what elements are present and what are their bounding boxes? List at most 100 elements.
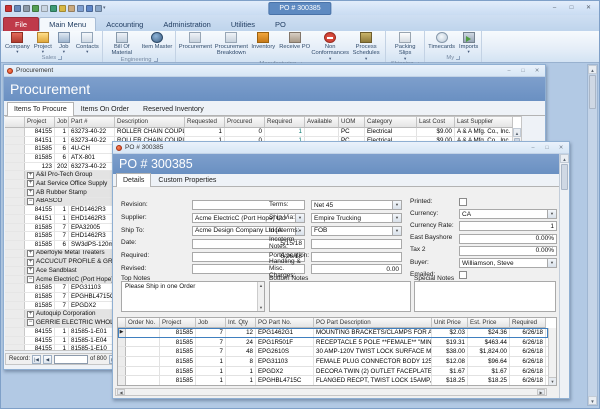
ribbon-button-project[interactable]: Project▾ — [32, 31, 54, 54]
tab-items-on-order[interactable]: Items On Order — [74, 102, 136, 116]
collapse-icon[interactable]: − — [27, 319, 34, 326]
expand-icon[interactable]: + — [27, 180, 34, 187]
ribbon-button-procurement[interactable]: Procurement — [177, 31, 213, 50]
scroll-up-icon[interactable]: ▲ — [588, 65, 597, 74]
bottom-notes-textarea[interactable] — [269, 281, 411, 312]
shield-icon[interactable] — [86, 5, 93, 12]
column-header-uom[interactable]: UOM — [339, 117, 365, 128]
collapse-icon[interactable]: − — [27, 276, 34, 283]
po-horizontal-scrollbar[interactable]: ◀ ▶ — [115, 388, 547, 396]
east-bayshore-input[interactable]: 0.00% — [459, 234, 557, 244]
column-header-available[interactable]: Available — [305, 117, 339, 128]
ribbon-button-non-conformances[interactable]: Non Conformances▾ — [312, 31, 348, 61]
ribbon-tab-utilities[interactable]: Utilities — [221, 17, 265, 31]
combo-arrow-icon[interactable]: ▼ — [547, 210, 556, 218]
app-logo-icon[interactable] — [5, 5, 12, 12]
collapse-icon[interactable]: − — [27, 198, 34, 205]
tab-reserved-inventory[interactable]: Reserved Inventory — [136, 102, 211, 116]
combo-arrow-icon[interactable]: ▼ — [392, 201, 401, 209]
scroll-right-icon[interactable]: ▶ — [537, 389, 545, 395]
scroll-up-icon[interactable]: ▲ — [560, 154, 569, 163]
terms-combo[interactable]: Net 45▼ — [311, 200, 402, 210]
ribbon-tab-po[interactable]: PO — [265, 17, 296, 31]
buyer-combo[interactable]: Williamson, Steve▼ — [459, 258, 557, 268]
expand-icon[interactable]: + — [27, 267, 34, 274]
column-header-last-cost[interactable]: Last Cost — [417, 117, 455, 128]
column-header-job[interactable]: Job — [196, 318, 226, 328]
ribbon-button-packing-slips[interactable]: Packing Slips▾ — [387, 31, 423, 61]
column-header-po-part-no[interactable]: PO Part No. — [256, 318, 314, 328]
ribbon-button-procurement-breakdown[interactable]: Procurement Breakdown — [213, 31, 249, 57]
scroll-down-icon[interactable]: ▼ — [588, 396, 597, 405]
key-icon[interactable] — [59, 5, 66, 12]
scroll-down-icon[interactable]: ▼ — [258, 304, 264, 311]
search-icon[interactable] — [23, 5, 30, 12]
column-header-requested[interactable]: Requested — [185, 117, 225, 128]
scroll-up-icon[interactable]: ▲ — [258, 282, 264, 289]
mail-icon[interactable] — [41, 5, 48, 12]
tab-details[interactable]: Details — [116, 173, 151, 187]
mdi-vertical-scrollbar[interactable]: ▲ ▼ — [587, 64, 598, 406]
ribbon-tab-file[interactable]: File — [3, 17, 39, 31]
handling-charges-input[interactable]: 0.00 — [311, 264, 402, 274]
grid-row[interactable]: 8158511EPGHBL4715CFLANGED RECPT, TWIST L… — [118, 376, 548, 385]
expand-icon[interactable]: + — [27, 259, 34, 266]
expand-icon[interactable]: + — [27, 311, 34, 318]
column-header-int-qty[interactable]: Int. Qty — [226, 318, 256, 328]
ribbon-tab-accounting[interactable]: Accounting — [96, 17, 153, 31]
minimize-button[interactable]: – — [548, 4, 561, 13]
grid-row[interactable]: 81585724EPG1R501FRECEPTACLE 5 POLE **FEM… — [118, 338, 548, 348]
dialog-launcher-icon[interactable] — [456, 56, 460, 60]
close-button[interactable]: ✕ — [532, 67, 542, 75]
column-header-order-no[interactable]: Order No. — [126, 318, 160, 328]
expand-icon[interactable]: + — [27, 172, 34, 179]
ribbon-button-inventory[interactable]: Inventory — [249, 31, 277, 50]
ribbon-button-receive-po[interactable]: Receive PO — [277, 31, 312, 50]
tab-custom-properties[interactable]: Custom Properties — [151, 173, 223, 187]
export-window-icon[interactable] — [77, 5, 84, 12]
first-record-button[interactable]: |◀ — [32, 355, 41, 364]
column-header-part[interactable]: Part # — [69, 117, 115, 128]
emailed-checkbox[interactable] — [459, 271, 467, 279]
restore-button[interactable]: □ — [518, 67, 528, 75]
close-button[interactable]: ✕ — [556, 144, 566, 152]
expand-icon[interactable]: + — [27, 250, 34, 257]
maximize-button[interactable]: □ — [565, 4, 578, 13]
po-vertical-scrollbar[interactable]: ▲ — [559, 154, 569, 398]
currency-combo[interactable]: CA▼ — [459, 209, 557, 219]
scroll-thumb[interactable] — [589, 75, 596, 109]
scroll-up-icon[interactable]: ▲ — [513, 128, 521, 137]
ribbon-tab-administration[interactable]: Administration — [153, 17, 221, 31]
record-number-input[interactable] — [54, 355, 88, 364]
scroll-left-icon[interactable]: ◀ — [117, 389, 125, 395]
column-header-last-supplier[interactable]: Last Supplier — [455, 117, 513, 128]
ribbon-button-bill-of-material[interactable]: Bill Of Material — [104, 31, 140, 57]
notes-scrollbar[interactable]: ▲ ▼ — [257, 282, 264, 311]
column-header-project[interactable]: Project — [25, 117, 55, 128]
tax2-input[interactable]: 0.00% — [459, 246, 557, 256]
expand-icon[interactable]: + — [27, 189, 34, 196]
combo-arrow-icon[interactable]: ▼ — [547, 259, 556, 267]
close-button[interactable]: ✕ — [582, 4, 595, 13]
ribbon-button-process-schedules[interactable]: Process Schedules▾ — [348, 31, 384, 61]
qat-dropdown-icon[interactable]: ▾ — [103, 5, 106, 11]
grid-row[interactable]: 8158518EPG31103FEMALE PLUG CONNECTOR BOD… — [118, 357, 548, 367]
minimize-button[interactable]: – — [504, 67, 514, 75]
top-notes-textarea[interactable]: Please Ship in one Order ▲ ▼ — [121, 281, 265, 312]
scroll-down-icon[interactable]: ▼ — [549, 377, 556, 385]
ship-via-combo[interactable]: Empire Trucking▼ — [311, 213, 402, 223]
column-header-project[interactable]: Project — [160, 318, 196, 328]
grid-vertical-scrollbar[interactable]: ▼ — [548, 328, 556, 385]
grid-row[interactable]: 81585748EPG2610S30 AMP-120V TWIST LOCK S… — [118, 347, 548, 357]
ribbon-button-company[interactable]: Company▾ — [3, 31, 32, 54]
scroll-thumb[interactable] — [561, 164, 568, 190]
dialog-launcher-icon[interactable] — [154, 58, 158, 62]
currency-rate-input[interactable]: 1 — [459, 221, 557, 231]
incoterm-notes-input[interactable] — [311, 239, 402, 249]
tab-items-to-procure[interactable]: Items To Procure — [7, 102, 74, 116]
combo-arrow-icon[interactable]: ▼ — [392, 214, 401, 222]
globe-icon[interactable] — [50, 5, 57, 12]
combo-arrow-icon[interactable]: ▼ — [392, 227, 401, 235]
ribbon-button-imports[interactable]: Imports▾ — [457, 31, 480, 54]
grid-row[interactable]: ▶81585712EPG1462G1MOUNTING BRACKETS/CLAM… — [118, 328, 548, 338]
